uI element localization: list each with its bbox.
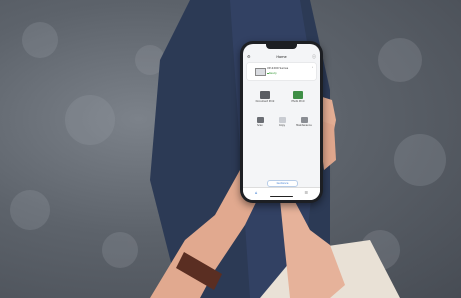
tile-label: Maintenance	[296, 124, 312, 127]
app-header: ⚙ Home ⓘ	[243, 53, 320, 61]
home-icon[interactable]: ⌂	[255, 190, 258, 195]
tile-label: Copy	[278, 124, 286, 127]
scan-icon	[256, 117, 264, 123]
printer-icon	[255, 68, 266, 76]
list-icon[interactable]: ☰	[304, 190, 308, 195]
lifestyle-photo: ⚙ Home ⓘ XP-2200 Series Ready › Document…	[0, 0, 461, 298]
tile-label: Scan	[257, 124, 263, 127]
tile-scan[interactable]: Scan	[250, 117, 270, 134]
phone-screen: ⚙ Home ⓘ XP-2200 Series Ready › Document…	[243, 44, 320, 200]
tile-document-print[interactable]: Document Print	[255, 91, 275, 108]
guidance-button[interactable]: Guidance	[267, 180, 298, 187]
copy-icon	[278, 117, 286, 123]
smartphone: ⚙ Home ⓘ XP-2200 Series Ready › Document…	[240, 41, 323, 203]
printer-name: XP-2200 Series	[267, 66, 289, 70]
info-icon[interactable]: ⓘ	[312, 53, 316, 61]
photo-print-icon	[293, 91, 303, 99]
home-indicator	[270, 196, 293, 198]
tile-copy[interactable]: Copy	[272, 117, 292, 134]
tile-maintenance[interactable]: Maintenance	[294, 117, 314, 134]
tile-label: Photo Print	[291, 100, 305, 103]
gear-icon[interactable]: ⚙	[247, 53, 251, 61]
maintenance-icon	[300, 117, 308, 123]
tile-label: Document Print	[255, 100, 275, 103]
printer-status: Ready	[269, 72, 277, 75]
document-print-icon	[260, 91, 270, 99]
chevron-right-icon: ›	[311, 65, 313, 69]
tile-photo-print[interactable]: Photo Print	[288, 91, 308, 108]
tab-bar: ⌂ ☰	[243, 187, 320, 200]
photo-scene	[10, 0, 446, 298]
header-title: Home	[276, 55, 287, 59]
printer-card[interactable]: XP-2200 Series Ready ›	[247, 63, 316, 80]
phone-notch	[266, 44, 297, 49]
